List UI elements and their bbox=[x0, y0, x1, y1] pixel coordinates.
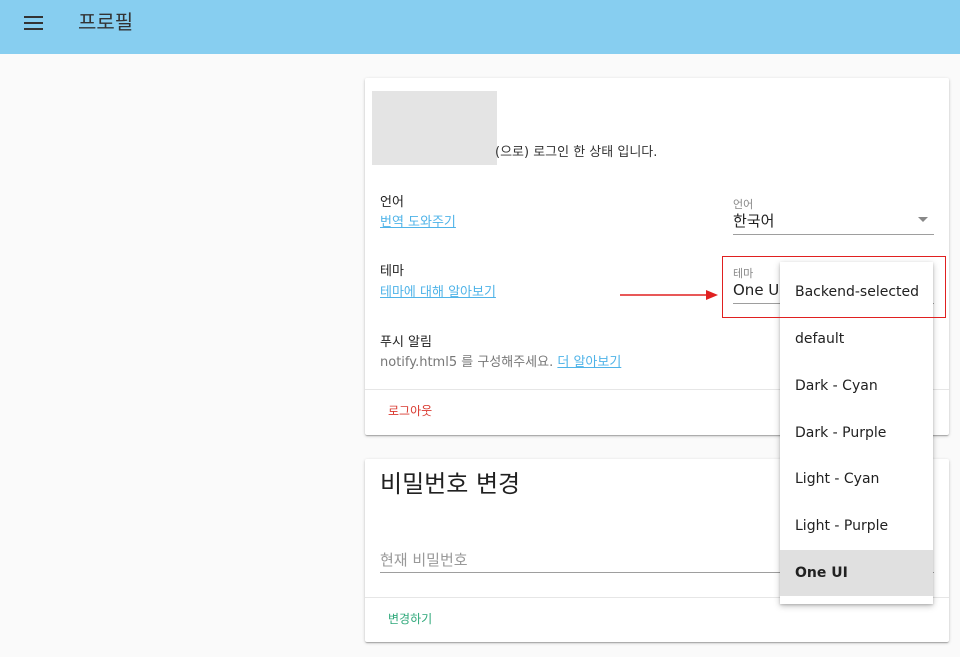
theme-option-default[interactable]: default bbox=[780, 316, 933, 362]
theme-option-one-ui[interactable]: One UI bbox=[780, 550, 933, 596]
theme-option-light-purple[interactable]: Light - Purple bbox=[780, 503, 933, 549]
theme-select-label: 테마 bbox=[733, 267, 754, 280]
page-title: 프로필 bbox=[78, 10, 134, 34]
current-password-input[interactable] bbox=[380, 547, 820, 573]
help-translate-link[interactable]: 번역 도와주기 bbox=[380, 214, 456, 232]
annotation-arrow-icon bbox=[620, 290, 718, 300]
logout-button[interactable]: 로그아웃 bbox=[388, 403, 432, 419]
language-select-label: 언어 bbox=[733, 198, 754, 211]
change-password-button[interactable]: 변경하기 bbox=[388, 611, 432, 627]
language-select-value: 한국어 bbox=[733, 212, 775, 230]
push-learn-more-link[interactable]: 더 알아보기 bbox=[557, 355, 621, 370]
language-select-underline bbox=[733, 234, 934, 235]
theme-learn-more-link[interactable]: 테마에 대해 알아보기 bbox=[380, 284, 496, 302]
theme-option-dark-purple[interactable]: Dark - Purple bbox=[780, 410, 933, 456]
push-notification-label: 푸시 알림 bbox=[380, 335, 432, 350]
language-select[interactable]: 언어 한국어 bbox=[733, 196, 934, 236]
push-notification-hint: notify.html5 를 구성해주세요. 더 알아보기 bbox=[380, 354, 621, 372]
change-password-title: 비밀번호 변경 bbox=[380, 470, 521, 498]
login-state-text: (으로) 로그인 한 상태 입니다. bbox=[495, 145, 658, 160]
dropdown-arrow-icon bbox=[918, 217, 928, 222]
theme-label: 테마 bbox=[380, 264, 404, 279]
app-toolbar: 프로필 bbox=[0, 0, 960, 54]
theme-option-light-cyan[interactable]: Light - Cyan bbox=[780, 456, 933, 502]
theme-option-backend-selected[interactable]: Backend-selected bbox=[780, 269, 933, 315]
push-hint-text: notify.html5 를 구성해주세요. bbox=[380, 355, 554, 370]
theme-select-value: One UI bbox=[733, 281, 784, 299]
language-label: 언어 bbox=[380, 195, 404, 210]
user-name-placeholder bbox=[372, 91, 497, 165]
theme-option-dark-cyan[interactable]: Dark - Cyan bbox=[780, 363, 933, 409]
theme-dropdown-menu: Backend-selected default Dark - Cyan Dar… bbox=[780, 262, 933, 604]
hamburger-menu-icon[interactable] bbox=[24, 16, 44, 32]
